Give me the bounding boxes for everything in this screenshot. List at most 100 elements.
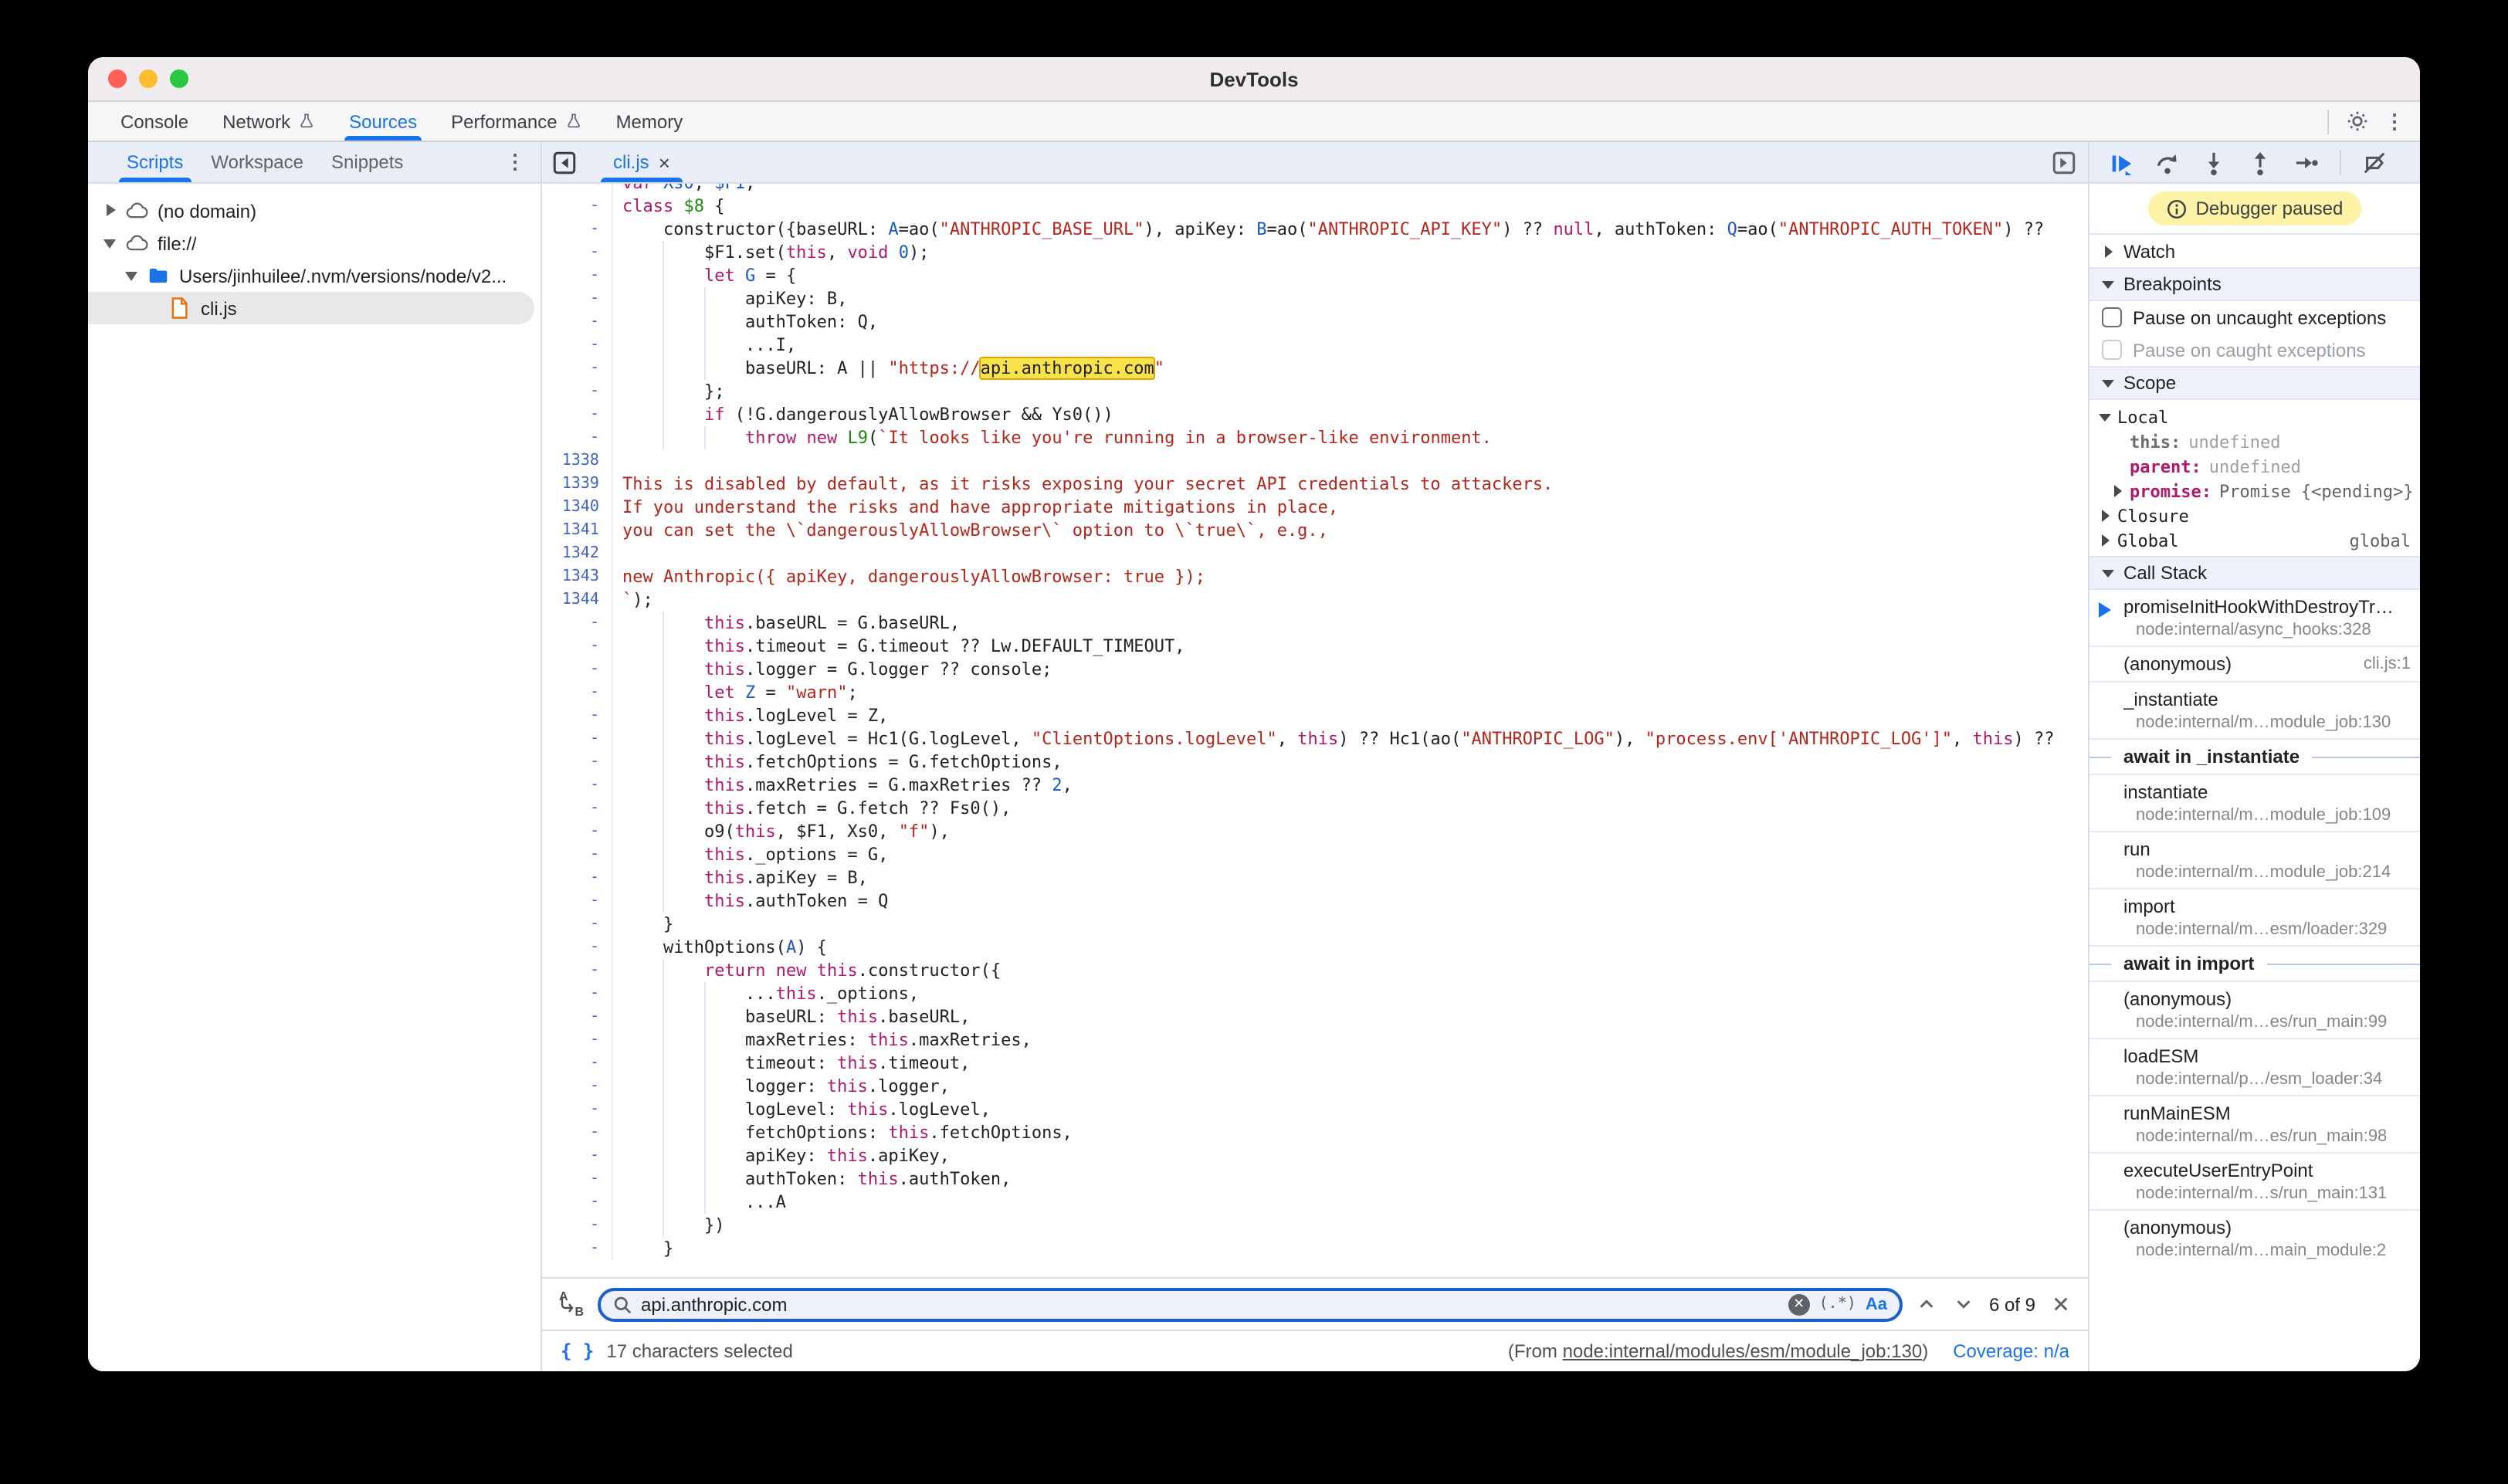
code-line-content[interactable]: maxRetries: this.maxRetries, [613, 1028, 2088, 1052]
tree-item-cli-js[interactable]: cli.js [88, 292, 534, 324]
line-number[interactable] [542, 184, 613, 195]
code-line-content[interactable]: This is disabled by default, as it risks… [613, 473, 2088, 496]
line-number[interactable]: - [542, 681, 613, 704]
call-stack-frame[interactable]: (anonymous)node:internal/m…main_module:2 [2089, 1209, 2420, 1266]
next-match-icon[interactable] [1952, 1292, 1977, 1316]
call-stack-frame[interactable]: (anonymous)node:internal/m…es/run_main:9… [2089, 981, 2420, 1038]
code-line-content[interactable]: var Xs0, $F1; [613, 184, 2088, 195]
navigator-more-icon[interactable]: ⋮ [505, 142, 541, 182]
code-line-content[interactable]: baseURL: A || "https://api.anthropic.com… [613, 357, 2088, 380]
code-line-content[interactable]: this.authToken = Q [613, 889, 2088, 913]
code-line-content[interactable]: let G = { [613, 264, 2088, 287]
code-line-content[interactable]: constructor({baseURL: A=ao("ANTHROPIC_BA… [613, 218, 2088, 241]
code-line-content[interactable]: }; [613, 380, 2088, 403]
code-line-content[interactable]: }) [613, 1214, 2088, 1237]
close-search-icon[interactable] [2048, 1292, 2072, 1316]
code-line-content[interactable]: `); [613, 588, 2088, 612]
call-stack-frame[interactable]: importnode:internal/m…esm/loader:329 [2089, 888, 2420, 945]
resume-script-icon[interactable] [2108, 149, 2134, 175]
line-number[interactable]: - [542, 704, 613, 727]
line-number[interactable]: - [542, 797, 613, 820]
line-number[interactable]: - [542, 1191, 613, 1214]
line-number[interactable]: - [542, 357, 613, 380]
settings-gear-icon[interactable] [2344, 109, 2369, 134]
line-number[interactable]: - [542, 866, 613, 889]
close-window-button[interactable] [108, 69, 127, 88]
section-call-stack[interactable]: Call Stack [2089, 556, 2420, 590]
line-number[interactable]: - [542, 380, 613, 403]
code-line-content[interactable]: this.maxRetries = G.maxRetries ?? 2, [613, 774, 2088, 797]
line-number[interactable]: - [542, 843, 613, 866]
code-line-content[interactable]: fetchOptions: this.fetchOptions, [613, 1121, 2088, 1144]
call-stack-frame[interactable]: loadESMnode:internal/p…/esm_loader:34 [2089, 1038, 2420, 1095]
code-line-content[interactable]: if (!G.dangerouslyAllowBrowser && Ys0()) [613, 403, 2088, 426]
line-number[interactable]: - [542, 1075, 613, 1098]
tree-caret-icon[interactable] [103, 204, 117, 218]
line-number[interactable]: - [542, 1237, 613, 1260]
deactivate-breakpoints-icon[interactable] [2361, 149, 2388, 175]
call-stack-frame[interactable]: promiseInitHookWithDestroyTr…node:intern… [2089, 590, 2420, 645]
zoom-window-button[interactable] [170, 69, 188, 88]
code-line-content[interactable]: timeout: this.timeout, [613, 1052, 2088, 1075]
line-number[interactable]: - [542, 658, 613, 681]
checkbox[interactable] [2102, 307, 2122, 327]
tree-caret-icon[interactable] [2111, 485, 2123, 497]
line-number[interactable]: - [542, 310, 613, 334]
code-line-content[interactable]: this.timeout = G.timeout ?? Lw.DEFAULT_T… [613, 635, 2088, 658]
code-line-content[interactable]: this.logger = G.logger ?? console; [613, 658, 2088, 681]
checkbox[interactable] [2102, 340, 2122, 360]
call-stack-frame[interactable]: _instantiatenode:internal/m…module_job:1… [2089, 681, 2420, 738]
line-number[interactable]: - [542, 774, 613, 797]
step-out-icon[interactable] [2247, 149, 2273, 175]
line-number[interactable]: - [542, 218, 613, 241]
code-line-content[interactable]: logger: this.logger, [613, 1075, 2088, 1098]
line-number[interactable]: - [542, 287, 613, 310]
code-line-content[interactable]: this._options = G, [613, 843, 2088, 866]
line-number[interactable]: - [542, 959, 613, 982]
navigator-tab-scripts[interactable]: Scripts [113, 142, 197, 182]
line-number[interactable]: - [542, 1121, 613, 1144]
line-number[interactable]: - [542, 1028, 613, 1052]
code-line-content[interactable]: let Z = "warn"; [613, 681, 2088, 704]
line-number[interactable]: - [542, 334, 613, 357]
code-line-content[interactable]: authToken: this.authToken, [613, 1167, 2088, 1191]
coverage-link[interactable]: Coverage: n/a [1953, 1340, 2069, 1362]
scope-row-parent[interactable]: parent:undefined [2089, 454, 2420, 479]
code-line-content[interactable] [613, 542, 2088, 565]
code-line-content[interactable]: new Anthropic({ apiKey, dangerouslyAllow… [613, 565, 2088, 588]
section-scope[interactable]: Scope [2089, 366, 2420, 400]
code-line-content[interactable]: class $8 { [613, 195, 2088, 218]
code-line-content[interactable]: apiKey: B, [613, 287, 2088, 310]
code-line-content[interactable]: $F1.set(this, void 0); [613, 241, 2088, 264]
line-number[interactable]: - [542, 1052, 613, 1075]
tree-item-file-[interactable]: file:// [88, 227, 541, 259]
line-number[interactable]: - [542, 1214, 613, 1237]
line-number[interactable]: - [542, 750, 613, 774]
line-number[interactable]: - [542, 913, 613, 936]
code-editor[interactable]: var Xs0, $F1;-class $8 {- constructor({b… [542, 184, 2088, 1277]
code-line-content[interactable]: } [613, 1237, 2088, 1260]
step-into-icon[interactable] [2201, 149, 2227, 175]
code-line-content[interactable] [613, 449, 2088, 473]
line-number[interactable]: - [542, 1098, 613, 1121]
call-stack-frame[interactable]: executeUserEntryPointnode:internal/m…s/r… [2089, 1152, 2420, 1209]
line-number[interactable]: 1339 [542, 473, 613, 496]
line-number[interactable]: 1338 [542, 449, 613, 473]
clear-search-icon[interactable]: ✕ [1788, 1293, 1810, 1315]
section-breakpoints[interactable]: Breakpoints [2089, 267, 2420, 301]
panel-tab-performance[interactable]: Performance [434, 102, 598, 141]
code-line-content[interactable]: withOptions(A) { [613, 936, 2088, 959]
line-number[interactable]: - [542, 820, 613, 843]
code-line-content[interactable]: this.baseURL = G.baseURL, [613, 612, 2088, 635]
regex-toggle-icon[interactable]: (.*) [1819, 1296, 1856, 1313]
line-number[interactable]: - [542, 1005, 613, 1028]
line-number[interactable]: - [542, 982, 613, 1005]
code-line-content[interactable]: throw new L9(`It looks like you're runni… [613, 426, 2088, 449]
source-map-link[interactable]: node:internal/modules/esm/module_job:130 [1563, 1340, 1923, 1362]
tree-caret-icon[interactable] [2099, 534, 2111, 547]
scope-row-this[interactable]: this:undefined [2089, 429, 2420, 454]
match-case-toggle-icon[interactable]: Aa [1866, 1295, 1887, 1313]
hide-navigator-icon[interactable] [542, 142, 585, 182]
tree-caret-icon[interactable] [2099, 411, 2111, 423]
code-line-content[interactable]: this.fetchOptions = G.fetchOptions, [613, 750, 2088, 774]
